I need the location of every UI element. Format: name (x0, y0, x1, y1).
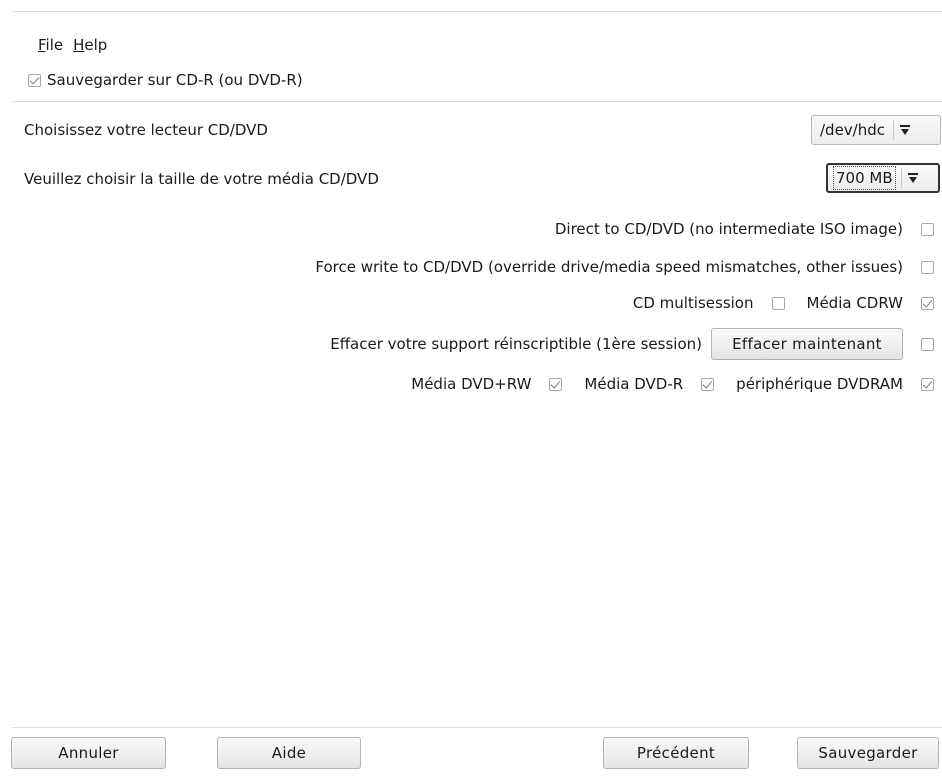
chevron-down-icon[interactable] (907, 173, 918, 183)
previous-button[interactable]: Précédent (603, 737, 749, 769)
media-size-select[interactable]: 700 MB (826, 163, 940, 193)
drive-select-value: /dev/hdc (820, 121, 886, 139)
force-label: Force write to CD/DVD (override drive/me… (315, 258, 903, 276)
erase-checkbox[interactable] (921, 337, 934, 351)
header-separator (12, 101, 942, 102)
dvd-media-row: Média DVD+RW Média DVD-R périphérique DV… (411, 374, 934, 394)
help-button[interactable]: Aide (217, 737, 361, 769)
drive-select[interactable]: /dev/hdc (811, 115, 941, 145)
drive-label: Choisissez votre lecteur CD/DVD (24, 121, 268, 139)
cdrw-label: Média CDRW (806, 294, 904, 312)
dvdram-checkbox[interactable] (921, 377, 934, 391)
chevron-down-icon[interactable] (900, 125, 911, 135)
erase-now-button[interactable]: Effacer maintenant (711, 328, 903, 360)
dvdrw-label: Média DVD+RW (411, 375, 532, 393)
erase-label: Effacer votre support réinscriptible (1è… (330, 335, 702, 353)
media-size-select-separator (900, 168, 902, 188)
direct-label: Direct to CD/DVD (no intermediate ISO im… (554, 220, 903, 238)
dvdr-checkbox[interactable] (701, 377, 715, 391)
multisession-row: CD multisession Média CDRW (633, 293, 934, 313)
top-separator (12, 11, 942, 12)
save-to-cd-label: Sauvegarder sur CD-R (ou DVD-R) (47, 71, 303, 89)
media-size-label: Veuillez choisir la taille de votre médi… (24, 170, 379, 188)
menu-help[interactable]: Help (73, 36, 107, 54)
drive-select-separator (893, 120, 895, 140)
dvdrw-checkbox[interactable] (549, 377, 563, 391)
cancel-button[interactable]: Annuler (11, 737, 166, 769)
menu-file-mnemonic: F (38, 36, 46, 54)
cdrw-checkbox[interactable] (921, 296, 934, 310)
menu-help-label: elp (84, 36, 108, 54)
bottom-separator (12, 727, 942, 728)
force-row: Force write to CD/DVD (override drive/me… (315, 257, 934, 277)
menu-help-mnemonic: H (73, 36, 85, 54)
save-to-cd-checkbox[interactable] (28, 73, 41, 87)
erase-row: Effacer votre support réinscriptible (1è… (330, 327, 934, 361)
direct-row: Direct to CD/DVD (no intermediate ISO im… (555, 219, 934, 239)
dvdram-label: périphérique DVDRAM (736, 375, 903, 393)
multisession-checkbox[interactable] (771, 296, 785, 310)
menubar: File Help (38, 34, 107, 56)
menu-file-label: ile (45, 36, 64, 54)
force-checkbox[interactable] (921, 260, 934, 274)
save-to-cd-row[interactable]: Sauvegarder sur CD-R (ou DVD-R) (28, 70, 303, 90)
media-size-select-value: 700 MB (833, 166, 896, 190)
direct-checkbox[interactable] (921, 222, 934, 236)
multisession-label: CD multisession (632, 294, 754, 312)
dvdr-label: Média DVD-R (584, 375, 684, 393)
save-button[interactable]: Sauvegarder (797, 737, 939, 769)
menu-file[interactable]: File (38, 36, 63, 54)
